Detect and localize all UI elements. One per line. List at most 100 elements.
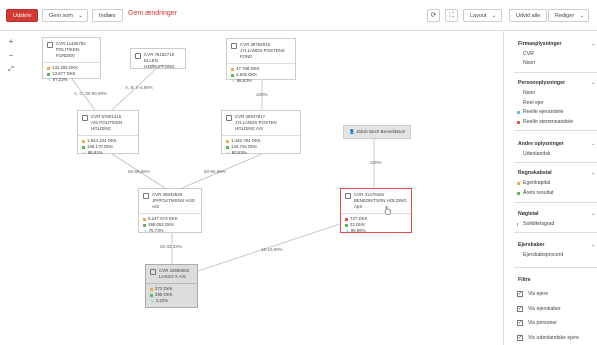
result-marker bbox=[47, 72, 50, 76]
option-reelle-stemmeandele[interactable]: Reelle stemmeandele bbox=[523, 119, 573, 125]
edge-label: A, B: 5-4,99% bbox=[125, 85, 153, 90]
option-aarets-resultat[interactable]: Årets resultat bbox=[523, 190, 554, 196]
equity-marker bbox=[226, 139, 229, 143]
option-person-navn[interactable]: Navn bbox=[523, 90, 535, 96]
option-soliditetsgrad[interactable]: Soliditetsgrad bbox=[523, 221, 554, 227]
chevron-down-icon: ⌄ bbox=[579, 13, 585, 19]
edit-label: Rediger bbox=[555, 13, 575, 19]
chevron-down-icon[interactable]: ⌄ bbox=[591, 41, 595, 47]
company-name: JYLLANDS-POSTENS FOND bbox=[240, 48, 285, 59]
save-as-label: Gem som bbox=[49, 13, 73, 19]
option-egenkapital[interactable]: Egenkapital bbox=[523, 180, 550, 186]
solidity-marker bbox=[517, 223, 518, 226]
briefcase-icon bbox=[345, 192, 351, 199]
chevron-down-icon: ⌄ bbox=[491, 13, 497, 19]
graph-canvas[interactable]: + − ⤢ A, C: 90-99,99% A, B: 5-4,99% 100%… bbox=[0, 31, 503, 345]
fullscreen-icon[interactable]: ⛶ bbox=[445, 9, 458, 22]
company-name: A/S POLITIKEN HOLDING bbox=[91, 120, 123, 131]
option-reelle-ejerandele[interactable]: Reelle ejerandele bbox=[523, 109, 563, 115]
save-as-dropdown[interactable]: Gem som ⌄ bbox=[42, 9, 88, 22]
chevron-down-icon[interactable]: ⌄ bbox=[591, 211, 595, 217]
person-name: Jakob Bech Benediktson bbox=[355, 129, 406, 134]
checkbox-vis-udenlandske-ejere[interactable]: ✓ bbox=[517, 335, 523, 341]
company-node[interactable]: CVR 26933628 JP/POLITIKENS HUS A/S 5.247.… bbox=[138, 188, 202, 233]
briefcase-icon bbox=[135, 52, 141, 59]
result-marker bbox=[231, 73, 234, 77]
company-name: JYLLANDS-POSTEN HOLDING A/S bbox=[235, 120, 277, 131]
trend-icon: ↘ bbox=[150, 298, 154, 303]
section-title-ejerskaber[interactable]: Ejerskaber bbox=[518, 242, 545, 248]
section-title-firma[interactable]: Firmaoplysninger bbox=[518, 41, 562, 47]
chevron-down-icon: ⌄ bbox=[78, 13, 83, 19]
refresh-icon[interactable]: ⟳ bbox=[427, 9, 440, 22]
company-node[interactable]: CVR 30947817 JYLLANDS-POSTEN HOLDING A/S … bbox=[221, 110, 301, 155]
person-icon: 👤 bbox=[349, 129, 355, 134]
equity-marker bbox=[150, 287, 153, 291]
layout-label: Layout bbox=[470, 13, 487, 19]
company-node[interactable]: CVR 11486792 POLITIKEN-FONDEN 142.292 DKK… bbox=[42, 37, 101, 82]
equity-marker bbox=[231, 67, 234, 71]
briefcase-icon bbox=[231, 42, 237, 49]
company-node[interactable]: CVR 38762915 JYLLANDS-POSTENS FOND 47.768… bbox=[226, 38, 296, 83]
trend-icon: ↘ bbox=[226, 150, 230, 155]
equity-marker bbox=[517, 182, 520, 185]
edge-label: 100% bbox=[256, 92, 268, 97]
company-name: JP/POLITIKENS HUS A/S bbox=[152, 198, 195, 209]
chevron-down-icon[interactable]: ⌄ bbox=[591, 80, 595, 86]
company-name: BENEDIKTSON HOLDING ApS bbox=[354, 198, 407, 209]
print-button[interactable]: Udskriv bbox=[6, 9, 39, 22]
company-node[interactable]: CVR 34580003 LASSO X A/S 372 DKK 286 DKK … bbox=[145, 264, 198, 308]
trend-icon: ↘ bbox=[82, 150, 86, 155]
equity-marker bbox=[345, 217, 348, 221]
chevron-down-icon[interactable]: ⌄ bbox=[591, 242, 595, 248]
trend-icon: ↘ bbox=[345, 228, 349, 233]
section-title-noegletal[interactable]: Nøgletal bbox=[518, 211, 538, 217]
settings-panel: Firmaoplysninger ⌄ CVR Navn Personoplysn… bbox=[503, 31, 597, 345]
person-node[interactable]: 👤 Jakob Bech Benediktson bbox=[343, 125, 412, 139]
voting-marker bbox=[517, 121, 520, 124]
briefcase-icon bbox=[47, 41, 53, 48]
equity-marker bbox=[82, 139, 85, 143]
ownership-marker bbox=[517, 111, 520, 114]
solidity-value: 98,53% bbox=[236, 78, 252, 83]
section-title-person[interactable]: Personoplysninger bbox=[518, 80, 565, 86]
option-udenlandsk[interactable]: Udenlandsk bbox=[523, 151, 550, 157]
checkbox-vis-ejerskaber[interactable]: ✓ bbox=[517, 306, 523, 312]
company-name: POLITIKEN-FONDEN bbox=[56, 47, 81, 58]
chevron-down-icon[interactable]: ⌄ bbox=[591, 170, 595, 176]
company-node[interactable]: CVR 57801415 A/S POLITIKEN HOLDING 1.944.… bbox=[77, 110, 139, 155]
option-cvr[interactable]: CVR bbox=[523, 51, 534, 57]
expand-all-button[interactable]: Udvid alle bbox=[509, 9, 548, 22]
edge-label: 100% bbox=[370, 160, 382, 165]
result-marker bbox=[345, 223, 348, 227]
option-reel-ejer[interactable]: Reel ejer bbox=[523, 100, 544, 106]
solidity-value: 80,53% bbox=[231, 150, 247, 155]
checkbox-vis-personer[interactable]: ✓ bbox=[517, 320, 523, 326]
checkbox-vis-ejere[interactable]: ✓ bbox=[517, 291, 523, 297]
option-navn[interactable]: Navn bbox=[523, 60, 535, 66]
solidity-value: 75,73% bbox=[148, 228, 164, 233]
section-title-andre[interactable]: Andre oplysninger bbox=[518, 141, 564, 147]
edit-dropdown[interactable]: Rediger ⌄ bbox=[548, 9, 590, 22]
solidity-value: 89,96% bbox=[350, 228, 366, 233]
trend-icon: ↘ bbox=[47, 77, 51, 82]
layout-dropdown[interactable]: Layout ⌄ bbox=[463, 9, 502, 22]
briefcase-icon bbox=[82, 114, 88, 121]
toolbar: Udskriv Gem som ⌄ Indlæs Gem ændringer ⟳… bbox=[0, 0, 597, 31]
option-ejerskabsprocent[interactable]: Ejerskabsprocent bbox=[523, 252, 563, 258]
company-node-selected[interactable]: CVR 31479182 BENEDIKTSON HOLDING ApS 727 … bbox=[340, 188, 412, 233]
edge-label: 25-33,33% bbox=[160, 244, 182, 249]
company-node[interactable]: CVR 76162718 ELLEN HJØRUPFOND bbox=[130, 48, 186, 69]
section-title-regnskab[interactable]: Regnskabstal bbox=[518, 170, 552, 176]
edge-label: 50-66,66% bbox=[204, 169, 226, 174]
result-marker bbox=[143, 223, 146, 227]
edge-label: A, C: 90-99,99% bbox=[74, 91, 108, 96]
filters-title: Filtre bbox=[518, 277, 531, 283]
chevron-down-icon[interactable]: ⌄ bbox=[591, 141, 595, 147]
company-name: LASSO X A/S bbox=[159, 274, 186, 279]
equity-marker bbox=[47, 66, 50, 70]
solidity-value: 97,22% bbox=[52, 77, 68, 82]
load-button[interactable]: Indlæs bbox=[92, 9, 123, 22]
label-vis-udenlandske-ejere: Vis udenlandske ejere bbox=[528, 335, 579, 341]
company-name: ELLEN HJØRUPFOND bbox=[144, 58, 175, 69]
